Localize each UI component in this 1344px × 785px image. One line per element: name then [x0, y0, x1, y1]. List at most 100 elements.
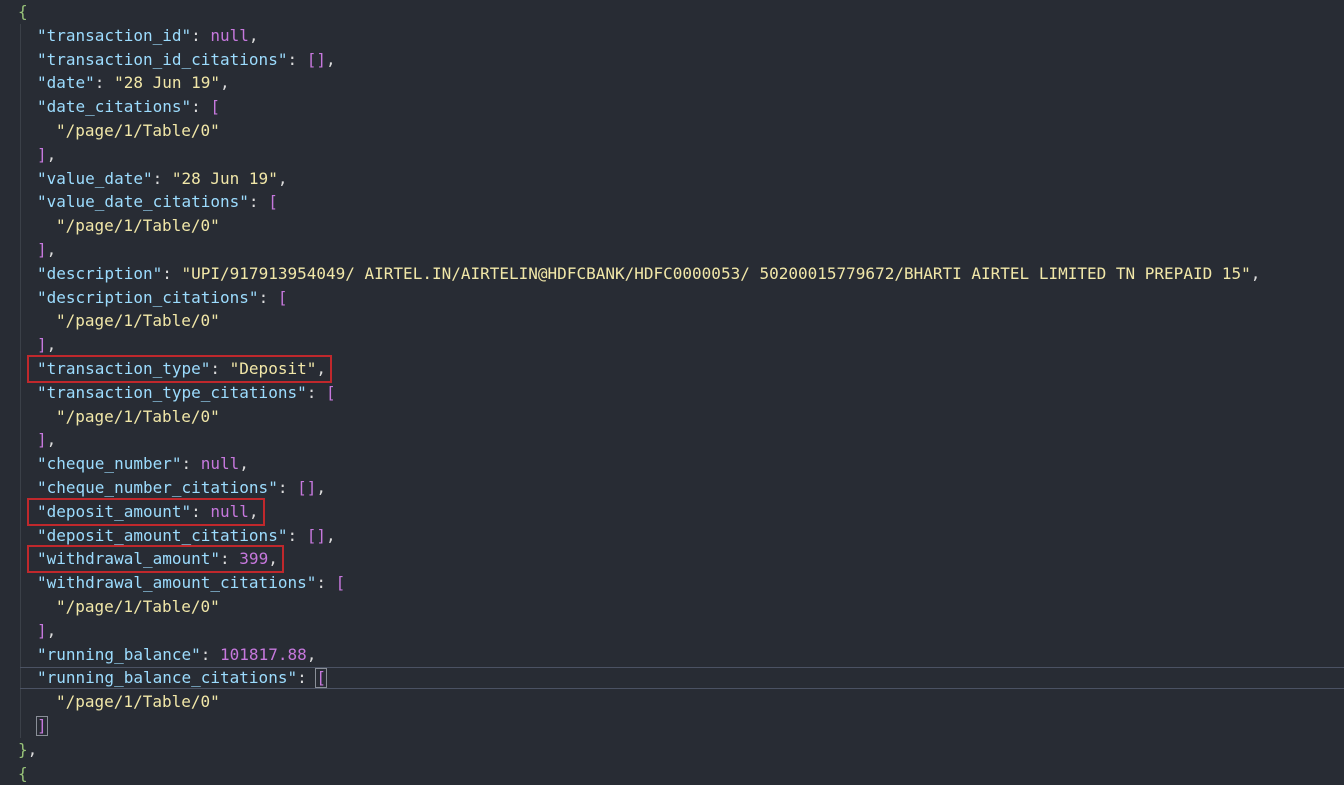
json-string-value: "Deposit"	[229, 359, 317, 378]
json-punctuation: ,	[239, 454, 249, 474]
code-line[interactable]: "/page/1/Table/0"	[0, 405, 1344, 429]
code-line[interactable]: "running_balance": 101817.88,	[0, 643, 1344, 667]
json-null-value: null	[210, 25, 249, 45]
json-string-value: "/page/1/Table/0"	[56, 406, 220, 426]
json-punctuation: ,	[46, 430, 57, 450]
json-punctuation: ,	[46, 144, 57, 164]
bracket-match-open	[315, 668, 327, 689]
json-key: "value_date_citations"	[37, 192, 249, 212]
code-line[interactable]: "cheque_number_citations": [],	[0, 476, 1344, 500]
json-key: "transaction_id"	[37, 25, 192, 45]
json-punctuation: :	[220, 549, 240, 569]
code-line[interactable]: "date_citations": [	[0, 95, 1344, 119]
json-punctuation: ,	[316, 359, 326, 378]
code-line[interactable]: "transaction_type": "Deposit",	[0, 357, 1344, 381]
json-key: "value_date"	[37, 168, 153, 188]
code-line[interactable]: {	[0, 762, 1344, 785]
code-line[interactable]: "value_date_citations": [	[0, 190, 1344, 214]
code-line[interactable]: ],	[0, 238, 1344, 262]
json-punctuation: :	[200, 644, 221, 664]
code-line[interactable]: ],	[0, 143, 1344, 167]
json-punctuation: :	[287, 49, 307, 69]
json-punctuation: :	[287, 525, 307, 545]
code-line[interactable]: "cheque_number": null,	[0, 452, 1344, 476]
code-line[interactable]: "running_balance_citations": [	[0, 666, 1344, 690]
json-punctuation: ,	[306, 644, 317, 664]
code-line[interactable]: "value_date": "28 Jun 19",	[0, 167, 1344, 191]
code-line[interactable]: "deposit_amount_citations": [],	[0, 524, 1344, 548]
json-key: "deposit_amount"	[37, 501, 192, 521]
json-bracket: ]	[37, 144, 47, 164]
json-punctuation: :	[248, 192, 269, 212]
json-string-value: "/page/1/Table/0"	[56, 692, 220, 712]
json-key: "withdrawal_amount"	[37, 549, 221, 569]
code-line[interactable]: ],	[0, 333, 1344, 357]
code-line[interactable]: ],	[0, 428, 1344, 452]
code-line[interactable]: "description_citations": [	[0, 286, 1344, 310]
code-line[interactable]: "withdrawal_amount_citations": [	[0, 571, 1344, 595]
json-key: "running_balance"	[37, 644, 201, 664]
code-line[interactable]: "date": "28 Jun 19",	[0, 71, 1344, 95]
json-punctuation: ,	[316, 478, 326, 497]
json-punctuation: ,	[268, 549, 278, 569]
json-key: "cheque_number_citations"	[37, 478, 278, 497]
json-number-value: 399	[239, 549, 269, 569]
json-brace: {	[18, 763, 28, 783]
json-key: "running_balance_citations"	[37, 668, 298, 688]
json-punctuation: ,	[325, 49, 336, 69]
code-line[interactable]: "/page/1/Table/0"	[0, 309, 1344, 333]
json-punctuation: :	[306, 382, 326, 402]
json-bracket: []	[306, 525, 326, 545]
json-null-value: null	[210, 501, 249, 521]
json-bracket: [	[277, 287, 288, 307]
json-null-value: null	[200, 454, 240, 474]
json-key: "transaction_type_citations"	[37, 382, 307, 402]
json-key: "date"	[37, 73, 95, 93]
json-punctuation: :	[316, 573, 336, 593]
code-line[interactable]: "/page/1/Table/0"	[0, 595, 1344, 619]
json-key: "deposit_amount_citations"	[37, 525, 288, 545]
code-line[interactable]: "deposit_amount": null,	[0, 500, 1344, 524]
json-punctuation: :	[297, 668, 317, 688]
json-punctuation: ,	[1250, 263, 1261, 283]
json-punctuation: :	[210, 359, 230, 378]
json-punctuation: :	[162, 263, 182, 283]
json-punctuation: ,	[46, 335, 57, 355]
json-punctuation: ,	[27, 739, 38, 759]
json-bracket: [	[268, 192, 278, 212]
bracket-match-close	[36, 716, 48, 736]
code-line[interactable]: {	[0, 0, 1344, 24]
json-string-value: "/page/1/Table/0"	[56, 121, 220, 140]
json-bracket: ]	[37, 240, 47, 259]
json-punctuation: ,	[325, 525, 336, 545]
json-string-value: "/page/1/Table/0"	[56, 216, 220, 236]
json-string-value: "UPI/917913954049/ AIRTEL.IN/AIRTELIN@HD…	[181, 263, 1251, 283]
json-bracket: [	[325, 382, 336, 402]
code-line[interactable]: "transaction_id_citations": [],	[0, 48, 1344, 72]
json-key: "transaction_id_citations"	[37, 49, 288, 69]
code-line[interactable]: "description": "UPI/917913954049/ AIRTEL…	[0, 262, 1344, 286]
json-bracket: ]	[37, 620, 47, 640]
code-line[interactable]: "/page/1/Table/0"	[0, 119, 1344, 143]
code-line[interactable]: "transaction_type_citations": [	[0, 381, 1344, 405]
code-line[interactable]: "/page/1/Table/0"	[0, 690, 1344, 714]
code-line[interactable]: },	[0, 738, 1344, 762]
json-string-value: "/page/1/Table/0"	[56, 597, 220, 616]
json-punctuation: :	[277, 478, 298, 497]
json-punctuation: ,	[248, 501, 259, 521]
json-punctuation: :	[191, 97, 211, 117]
code-editor[interactable]: {"transaction_id": null, "transaction_id_…	[0, 0, 1344, 783]
json-punctuation: :	[94, 73, 115, 93]
code-line[interactable]: "withdrawal_amount": 399,	[0, 547, 1344, 571]
json-punctuation: :	[258, 287, 278, 307]
json-key: "date_citations"	[37, 97, 192, 117]
code-line[interactable]: "/page/1/Table/0"	[0, 214, 1344, 238]
code-line[interactable]: ]	[0, 714, 1344, 738]
code-line[interactable]: ],	[0, 619, 1344, 643]
json-string-value: "28 Jun 19"	[171, 168, 278, 188]
json-bracket: ]	[37, 335, 47, 355]
code-line[interactable]: "transaction_id": null,	[0, 24, 1344, 48]
json-punctuation: ,	[248, 25, 259, 45]
json-key: "cheque_number"	[37, 454, 182, 474]
json-key: "withdrawal_amount_citations"	[37, 573, 317, 593]
